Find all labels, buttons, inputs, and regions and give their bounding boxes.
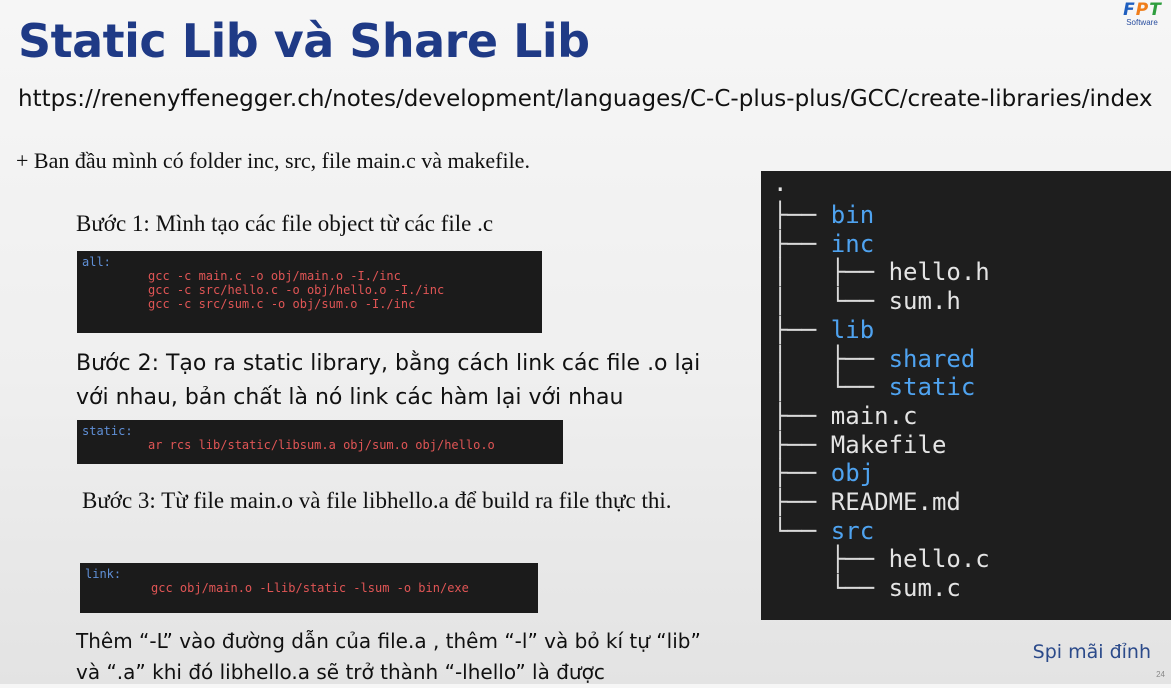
page-number: 24	[1156, 670, 1165, 679]
logo-letters: F P T	[1117, 0, 1167, 20]
code-block-all: all: gcc -c main.c -o obj/main.o -I./inc…	[77, 251, 542, 333]
tree-folder-name: shared	[888, 344, 976, 373]
tree-folder-name: bin	[830, 201, 875, 229]
tree-item[interactable]: └── src	[773, 517, 874, 545]
tree-item[interactable]: ├── lib	[773, 316, 874, 344]
tree-connector: ├──	[773, 229, 831, 258]
tree-connector: ├──	[773, 201, 831, 229]
tree-file-name: main.c	[830, 401, 918, 430]
tree-connector: ├──	[773, 459, 831, 488]
tree-item[interactable]: ├── obj	[773, 459, 874, 487]
tree-item[interactable]: ├── hello.c	[773, 545, 990, 573]
tree-item[interactable]: ├── inc	[773, 230, 874, 258]
code-line: gcc obj/main.o -Llib/static -lsum -o bin…	[151, 581, 469, 595]
tree-connector: └──	[773, 516, 831, 545]
tree-connector: ├──	[773, 430, 831, 459]
note-line: và “.a” khi đó libhello.a sẽ trở thành “…	[76, 660, 605, 684]
tree-item[interactable]: └── sum.c	[773, 574, 961, 602]
tree-item[interactable]: ├── Makefile	[773, 431, 946, 459]
tree-file-name: hello.c	[888, 545, 990, 574]
brand-text: Spi mãi đỉnh	[1032, 641, 1151, 663]
slide-title: Static Lib và Share Lib	[18, 14, 590, 68]
code-block-static: static: ar rcs lib/static/libsum.a obj/s…	[77, 420, 563, 464]
tree-root: .	[773, 169, 788, 197]
tree-connector: ├──	[773, 545, 889, 574]
tree-connector: ├──	[773, 315, 831, 344]
tree-connector: │ ├──	[773, 258, 889, 287]
fpt-software-logo: F P T Software	[1117, 0, 1167, 34]
tree-connector: ├──	[773, 488, 831, 516]
folder-tree-panel: . ├── bin ├── inc │ ├── hello.h │ └── sum.h ├…	[761, 169, 1171, 620]
code-label: link:	[85, 567, 122, 581]
code-label: static:	[82, 424, 133, 438]
tree-item[interactable]: ├── README.md	[773, 488, 961, 516]
tree-connector: ├──	[773, 401, 831, 430]
tree-file-name: README.md	[830, 488, 961, 516]
code-line: gcc -c src/sum.c -o obj/sum.o -I./inc	[148, 297, 416, 311]
code-line: gcc -c main.c -o obj/main.o -I./inc	[148, 269, 401, 283]
tree-item[interactable]: │ └── sum.h	[773, 287, 961, 315]
tree-connector: │ └──	[773, 287, 889, 316]
tree-folder-name: inc	[830, 229, 875, 258]
note-text: Thêm “-L” vào đường dẫn của file.a , thê…	[76, 626, 776, 688]
tree-item[interactable]: ├── bin	[773, 201, 874, 229]
step-1-text: Bước 1: Mình tạo các file object từ các …	[76, 211, 494, 236]
tree-item[interactable]: │ ├── hello.h	[773, 258, 990, 286]
step-3-text: Bước 3: Từ file main.o và file libhello.…	[82, 488, 672, 513]
tree-connector: └──	[773, 574, 889, 603]
tree-folder-name: lib	[830, 315, 875, 344]
step-2-text: Bước 2: Tạo ra static library, bằng cách…	[76, 351, 701, 410]
tree-item[interactable]: │ ├── shared	[773, 345, 975, 373]
code-line: ar rcs lib/static/libsum.a obj/sum.o obj…	[148, 438, 495, 452]
code-label: all:	[82, 255, 111, 269]
code-block-link: link: gcc obj/main.o -Llib/static -lsum …	[80, 563, 538, 613]
logo-letter: F	[1123, 0, 1135, 20]
logo-letter: T	[1149, 0, 1161, 20]
intro-text: + Ban đầu mình có folder inc, src, file …	[16, 148, 530, 173]
reference-url: https://renenyffenegger.ch/notes/develop…	[18, 86, 1153, 112]
tree-connector: │ ├──	[773, 344, 889, 373]
tree-folder-name: obj	[830, 459, 875, 488]
note-line: Thêm “-L” vào đường dẫn của file.a , thê…	[76, 629, 701, 653]
tree-file-name: Makefile	[830, 430, 947, 459]
code-line: gcc -c src/hello.c -o obj/hello.o -I./in…	[148, 283, 445, 297]
tree-folder-name: static	[888, 373, 976, 402]
logo-letter: P	[1135, 0, 1149, 20]
tree-connector: │ └──	[773, 373, 889, 402]
tree-item[interactable]: ├── main.c	[773, 402, 918, 430]
tree-file-name: hello.h	[888, 258, 990, 287]
tree-folder-name: src	[830, 516, 875, 545]
tree-item[interactable]: │ └── static	[773, 373, 975, 401]
tree-file-name: sum.c	[888, 574, 961, 603]
tree-file-name: sum.h	[888, 287, 961, 316]
